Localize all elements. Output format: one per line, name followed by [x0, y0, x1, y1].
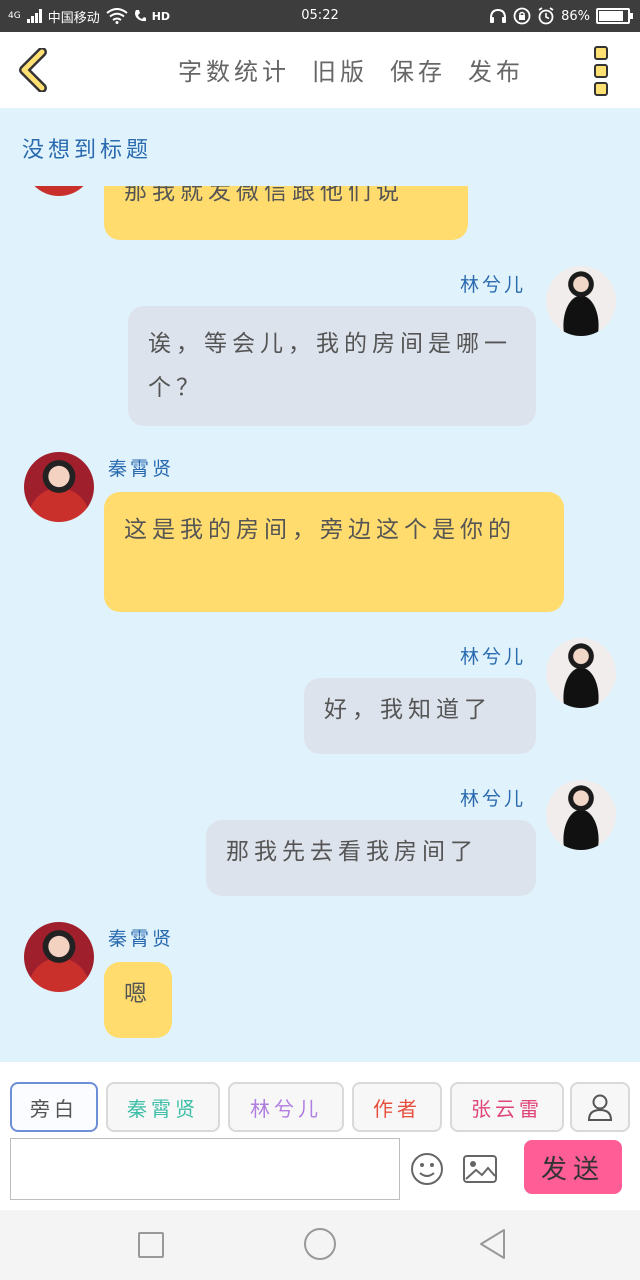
chat-area[interactable]: 那我就发微信跟他们说 林兮儿 诶，等会儿，我的房间是哪一个？ 秦霄贤 这是我的房…	[0, 186, 640, 1058]
image-icon[interactable]	[462, 1154, 498, 1184]
message-input[interactable]	[10, 1138, 400, 1200]
sender-name: 秦霄贤	[108, 928, 175, 950]
message-bubble[interactable]: 好，我知道了	[304, 678, 536, 754]
nav-back-icon[interactable]	[478, 1228, 506, 1260]
sender-name: 林兮儿	[460, 646, 527, 668]
emoji-icon[interactable]	[410, 1152, 444, 1186]
message-bubble[interactable]: 那我就发微信跟他们说	[104, 186, 468, 240]
save-button[interactable]: 保存	[390, 52, 446, 87]
message-bubble[interactable]: 嗯	[104, 962, 172, 1038]
headphones-icon	[490, 8, 507, 23]
toolbar-actions: 字数统计 旧版 保存 发布	[178, 52, 524, 87]
battery-icon	[596, 8, 633, 24]
avatar-qin[interactable]	[24, 186, 94, 196]
role-qin-xiaoxian[interactable]: 秦霄贤	[106, 1082, 220, 1132]
word-count-button[interactable]: 字数统计	[178, 52, 290, 87]
story-title[interactable]: 没想到标题	[22, 132, 152, 164]
top-toolbar: 字数统计 旧版 保存 发布	[0, 32, 640, 108]
more-menu-icon[interactable]	[594, 46, 614, 96]
user-icon	[587, 1094, 613, 1121]
add-role-button[interactable]	[570, 1082, 630, 1132]
role-lin-xier[interactable]: 林兮儿	[228, 1082, 344, 1132]
avatar-qin[interactable]	[24, 452, 94, 522]
sender-name: 秦霄贤	[108, 458, 175, 480]
old-version-button[interactable]: 旧版	[312, 52, 368, 87]
role-narration[interactable]: 旁白	[10, 1082, 98, 1132]
role-author[interactable]: 作者	[352, 1082, 442, 1132]
avatar-lin[interactable]	[546, 266, 616, 336]
rotation-lock-icon	[513, 7, 531, 25]
avatar-lin[interactable]	[546, 638, 616, 708]
home-button[interactable]	[304, 1228, 336, 1260]
system-nav-bar	[0, 1210, 640, 1280]
sender-name: 林兮儿	[460, 788, 527, 810]
message-bubble[interactable]: 诶，等会儿，我的房间是哪一个？	[128, 306, 536, 426]
role-zhang-yunlei[interactable]: 张云雷	[450, 1082, 564, 1132]
avatar-lin[interactable]	[546, 780, 616, 850]
message-bubble[interactable]: 这是我的房间，旁边这个是你的	[104, 492, 564, 612]
back-icon[interactable]	[14, 48, 54, 92]
message-bubble[interactable]: 那我先去看我房间了	[206, 820, 536, 896]
avatar-qin[interactable]	[24, 922, 94, 992]
recents-button[interactable]	[138, 1232, 164, 1258]
composer: 发送	[0, 1138, 640, 1210]
send-button[interactable]: 发送	[524, 1140, 622, 1194]
publish-button[interactable]: 发布	[468, 52, 524, 87]
role-selector: 旁白 秦霄贤 林兮儿 作者 张云雷	[0, 1062, 640, 1138]
battery-percent: 86%	[561, 8, 590, 24]
sender-name: 林兮儿	[460, 274, 527, 296]
alarm-icon	[538, 7, 554, 25]
status-right: 86%	[489, 0, 633, 32]
status-bar: 4G 中国移动 HD 05:22 86%	[0, 0, 640, 32]
